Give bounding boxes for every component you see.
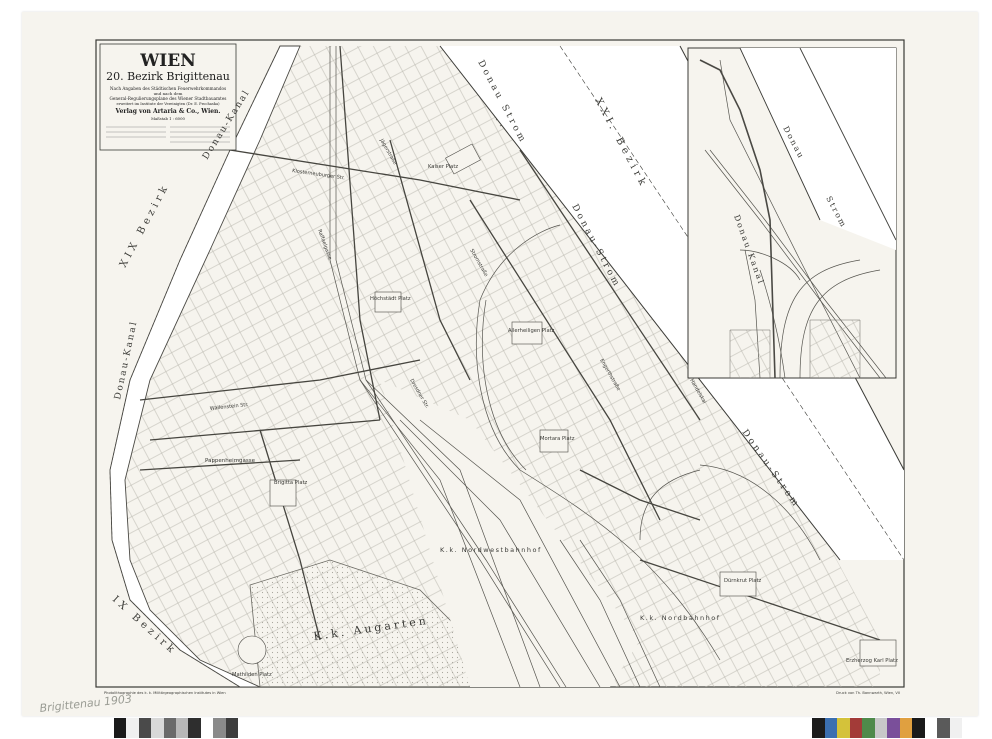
calibration-patch: [862, 718, 875, 738]
footer-right-credit: Druck von Th. Bannwarth, Wien, VII: [836, 691, 900, 695]
label-durkrut-platz: Dürnkrut Platz: [724, 578, 762, 584]
map-title-city: WIEN: [139, 51, 196, 71]
map-canvas: WIEN 20. Bezirk Brigittenau Nach Angaben…: [39, 39, 905, 715]
map-publisher: Verlag von Artaria & Co., Wien.: [115, 108, 221, 115]
calibration-patch: [225, 718, 238, 738]
calibration-patch: [887, 718, 900, 738]
scanned-map-sheet: WIEN 20. Bezirk Brigittenau Nach Angaben…: [0, 0, 992, 739]
label-mathilden-platz: Mathilden Platz: [232, 672, 272, 678]
calibration-patch: [949, 718, 962, 738]
map-subtitle-4: erweitert im Institute der Vereinigten (…: [116, 102, 220, 106]
calibration-patch: [874, 718, 887, 738]
calibration-patch: [824, 718, 837, 738]
calibration-patch: [899, 718, 912, 738]
label-nordbahnhof: K.k. Nordbahnhof: [640, 614, 720, 622]
label-hoechstaedt-platz: Höchstädt Platz: [370, 296, 411, 302]
label-mortara-platz: Mortara Platz: [540, 436, 575, 442]
calibration-patch: [151, 718, 164, 738]
calibration-patch: [924, 718, 937, 738]
pencil-annotation: Brigittenau 1903: [39, 692, 133, 715]
calibration-patch: [849, 718, 862, 738]
calibration-patch: [138, 718, 152, 738]
calibration-patch: [126, 718, 139, 738]
color-calibration-strip-right: [812, 718, 962, 738]
map-title-district: 20. Bezirk Brigittenau: [106, 70, 230, 83]
label-allerheiligen-platz: Allerheiligen Platz: [508, 328, 555, 334]
label-nordwestbahnhof: K.k. Nordwestbahnhof: [440, 546, 542, 554]
label-brigitta-platz: Brigitta Platz: [274, 480, 308, 486]
calibration-patch: [200, 718, 214, 738]
calibration-patch: [188, 718, 201, 738]
label-kaiser-platz: Kaiser Platz: [428, 164, 458, 170]
calibration-patch: [163, 718, 176, 738]
calibration-patch: [812, 718, 825, 738]
calibration-patch: [937, 718, 950, 738]
calibration-patch: [114, 718, 127, 738]
calibration-patch: [213, 718, 226, 738]
label-pappenheim-gasse: Pappenheimgasse: [205, 458, 256, 464]
calibration-patch: [912, 718, 925, 738]
color-calibration-strip-left: [114, 718, 238, 738]
map-scale: Maßstab 1 : 6000: [151, 116, 185, 121]
calibration-patch: [175, 718, 189, 738]
label-bezirk-xix: XIX Bezirk: [118, 181, 172, 269]
map-subtitle-3: General-Regulierungsplane des Wiener Sta…: [110, 96, 227, 101]
label-erzherzog-karl-platz: Erzherzog Karl Platz: [846, 658, 898, 664]
calibration-patch: [837, 718, 850, 738]
